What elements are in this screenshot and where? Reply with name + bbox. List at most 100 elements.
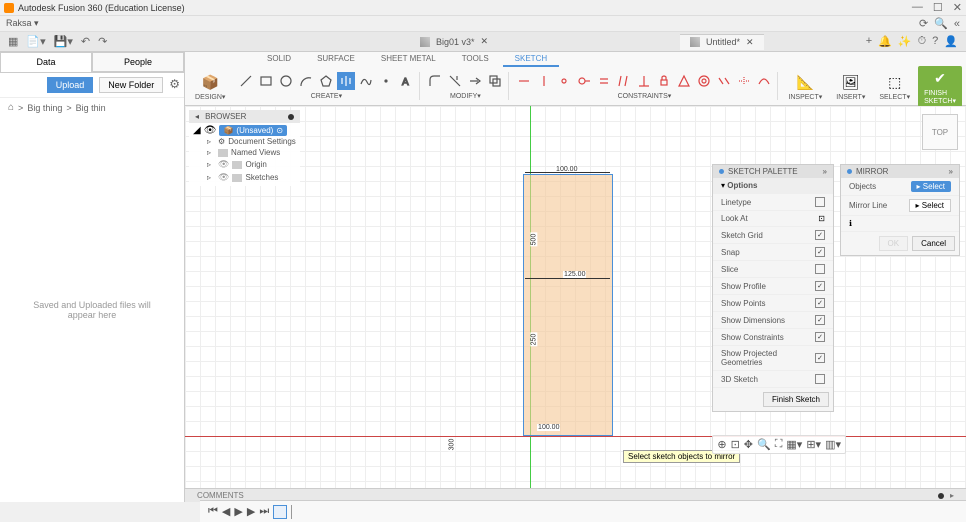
dimension-bottom[interactable]: 100.00 (537, 424, 560, 431)
timeline-play-icon[interactable]: ▶ (234, 505, 242, 518)
new-folder-button[interactable]: New Folder (99, 77, 163, 93)
dimension-left1[interactable]: 500 (530, 233, 537, 247)
mirror-tool[interactable] (337, 72, 355, 90)
collapse-browser-icon[interactable]: ◂ (195, 112, 199, 121)
palette-option-show-constraints[interactable]: Show Constraints (713, 329, 833, 346)
extensions-icon[interactable]: ✨ (898, 35, 912, 48)
concentric-constraint[interactable] (695, 72, 713, 90)
finish-sketch-button[interactable]: ✔FINISH SKETCH▾ (918, 66, 962, 107)
design-workspace-button[interactable]: 📦 DESIGN▾ (189, 69, 231, 103)
timeline-back-icon[interactable]: ◀ (222, 505, 230, 518)
tab-big01[interactable]: Big01 v3* ✕ (410, 34, 498, 49)
tree-root[interactable]: 📦(Unsaved)⊙ (219, 125, 287, 136)
viewport-menu[interactable]: ▥▾ (825, 438, 841, 451)
timeline-start-icon[interactable]: ⏮ (208, 505, 218, 518)
symmetry-constraint[interactable] (735, 72, 753, 90)
grid-icon[interactable]: ▦ (8, 35, 18, 48)
refresh-icon[interactable]: ⟳ (919, 17, 928, 30)
checkbox[interactable] (815, 374, 825, 384)
palette-menu-icon[interactable]: » (823, 167, 827, 176)
visibility-icon[interactable]: 👁 (204, 125, 217, 136)
orbit-icon[interactable]: ⊕ (717, 438, 726, 451)
checkbox[interactable] (815, 264, 825, 274)
timeline-forward-icon[interactable]: ▶ (247, 505, 255, 518)
close-tab-icon[interactable]: ✕ (481, 36, 489, 47)
fit-icon[interactable]: ⛶ (775, 438, 783, 451)
checkbox[interactable] (815, 197, 825, 207)
trim-tool[interactable] (446, 72, 464, 90)
point-tool[interactable] (377, 72, 395, 90)
line-tool[interactable] (237, 72, 255, 90)
tree-node-docsettings[interactable]: ▹⚙Document Settings (207, 136, 296, 147)
breadcrumb[interactable]: ⌂ > Big thing > Big thin (0, 98, 184, 117)
fix-constraint[interactable] (655, 72, 673, 90)
lookat-action-icon[interactable]: ⊡ (818, 214, 825, 223)
upload-button[interactable]: Upload (47, 77, 94, 93)
search-icon[interactable]: 🔍 (934, 17, 948, 30)
curvature-constraint[interactable] (755, 72, 773, 90)
lookat-icon[interactable]: ⊡ (731, 438, 740, 451)
palette-menu-icon[interactable]: » (949, 167, 953, 176)
new-tab-icon[interactable]: + (866, 35, 872, 48)
coincident-constraint[interactable] (555, 72, 573, 90)
collapse-section-icon[interactable]: ▾ (721, 181, 725, 190)
checkbox[interactable] (815, 353, 825, 363)
timeline-end-icon[interactable]: ⏭ (259, 505, 269, 518)
sketch-profile[interactable] (523, 174, 613, 436)
arc-tool[interactable] (297, 72, 315, 90)
display-menu[interactable]: ▦▾ (786, 438, 802, 451)
extend-tool[interactable] (466, 72, 484, 90)
maximize-button[interactable]: ☐ (933, 1, 943, 14)
view-cube[interactable]: TOP (922, 114, 958, 150)
vertical-constraint[interactable] (535, 72, 553, 90)
checkbox[interactable] (815, 332, 825, 342)
people-tab[interactable]: People (92, 52, 184, 72)
circle-tool[interactable] (277, 72, 295, 90)
finish-sketch-palette-button[interactable]: Finish Sketch (763, 392, 829, 407)
save-icon[interactable]: 💾▾ (54, 35, 73, 48)
tree-node-origin[interactable]: ▹👁Origin (207, 158, 296, 171)
profile-icon[interactable]: 👤 (944, 35, 958, 48)
zoom-icon[interactable]: 🔍 (757, 438, 771, 451)
redo-icon[interactable]: ↷ (98, 35, 107, 48)
select-mirrorline-button[interactable]: ▸ Select (909, 199, 951, 212)
collapse-icon[interactable]: « (954, 18, 960, 30)
offset-tool[interactable] (486, 72, 504, 90)
expand-comments-icon[interactable]: ▸ (950, 491, 954, 500)
collinear-constraint[interactable] (715, 72, 733, 90)
inspect-button[interactable]: 📐INSPECT▾ (782, 69, 828, 103)
palette-option-show-dimensions[interactable]: Show Dimensions (713, 312, 833, 329)
checkbox[interactable] (815, 281, 825, 291)
ribbon-tab-surface[interactable]: SURFACE (305, 52, 367, 67)
palette-option-show-projected-geometries[interactable]: Show Projected Geometries (713, 346, 833, 371)
midpoint-constraint[interactable] (675, 72, 693, 90)
ribbon-tab-tools[interactable]: TOOLS (450, 52, 501, 67)
close-tab-icon[interactable]: ✕ (746, 37, 754, 48)
dimension-leftout[interactable]: 300 (448, 438, 455, 452)
minimize-button[interactable]: — (912, 1, 923, 14)
cancel-button[interactable]: Cancel (912, 236, 955, 251)
tree-node-sketches[interactable]: ▹👁Sketches (207, 171, 296, 184)
rectangle-tool[interactable] (257, 72, 275, 90)
dimension-mid[interactable]: 125.00 (563, 271, 586, 278)
info-icon[interactable]: ℹ (849, 219, 852, 228)
equal-constraint[interactable] (595, 72, 613, 90)
canvas[interactable]: ◂ BROWSER ◢ 👁 📦(Unsaved)⊙ ▹⚙Document Set… (185, 106, 966, 488)
data-tab[interactable]: Data (0, 52, 92, 72)
palette-option-3d-sketch[interactable]: 3D Sketch (713, 371, 833, 388)
notifications-icon[interactable]: 🔔 (878, 35, 892, 48)
checkbox[interactable] (815, 230, 825, 240)
parallel-constraint[interactable] (615, 72, 633, 90)
job-status-icon[interactable]: ⏱ (918, 35, 927, 48)
spline-tool[interactable] (357, 72, 375, 90)
horizontal-constraint[interactable] (515, 72, 533, 90)
palette-option-show-points[interactable]: Show Points (713, 295, 833, 312)
user-menu[interactable]: Raksa ▾ (6, 18, 39, 29)
home-icon[interactable]: ⌂ (8, 102, 14, 113)
perpendicular-constraint[interactable] (635, 72, 653, 90)
pan-icon[interactable]: ✥ (744, 438, 753, 451)
polygon-tool[interactable] (317, 72, 335, 90)
grid-menu[interactable]: ⊞▾ (806, 438, 821, 451)
file-menu[interactable]: 📄▾ (26, 35, 45, 48)
help-icon[interactable]: ? (932, 35, 938, 48)
